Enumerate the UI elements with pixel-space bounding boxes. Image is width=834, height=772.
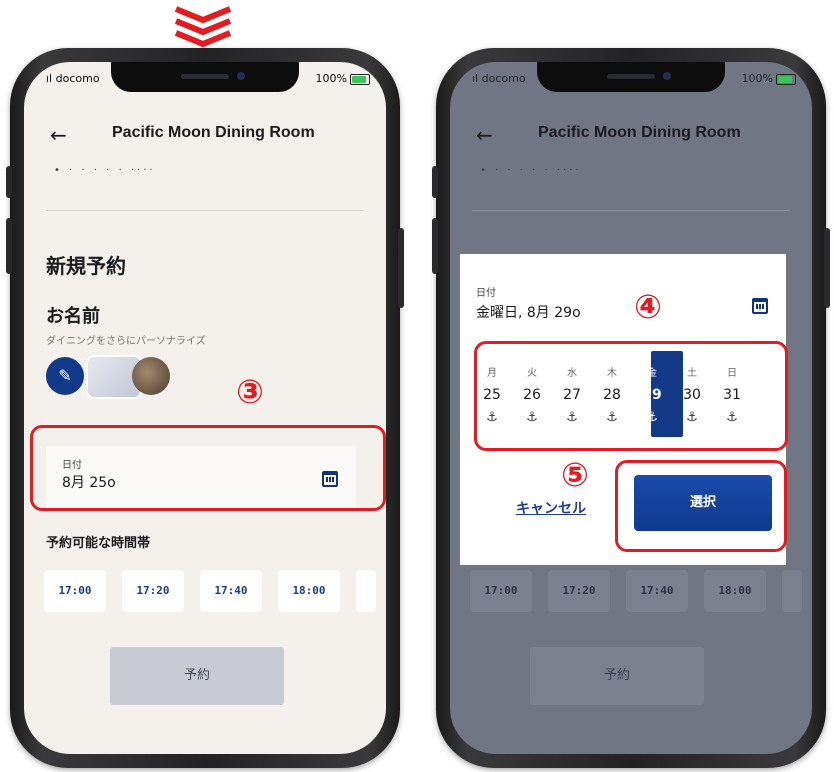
timeslot-button: 17:20 — [548, 570, 610, 612]
timeslot-button-partial[interactable] — [356, 570, 376, 612]
page-title: Pacific Moon Dining Room — [538, 124, 741, 141]
highlight-calendar-week — [474, 341, 788, 451]
name-hint: ダイニングをさらにパーソナライズ — [46, 336, 206, 347]
back-arrow-icon[interactable]: ← — [50, 123, 67, 147]
back-arrow-icon: ← — [476, 123, 493, 147]
divider — [46, 210, 364, 211]
timeslot-button: 17:00 — [470, 570, 532, 612]
step-5-marker: ⑤ — [561, 455, 589, 494]
carrier-label: ıl docomo — [472, 72, 526, 85]
timeslot-button: 18:00 — [704, 570, 766, 612]
step-3-marker: ③ — [236, 372, 264, 411]
divider — [472, 210, 790, 211]
battery-status: 100% — [316, 72, 370, 85]
subtitle-placeholder: • · · · · · ···· — [480, 165, 582, 176]
battery-icon — [776, 73, 796, 85]
avatar-photo[interactable] — [132, 357, 170, 395]
modal-date-value: 金曜日, 8月 29o — [476, 305, 581, 321]
battery-icon — [350, 73, 370, 85]
phone-frame-left: ıl docomo 100% ← Pacific Moon Dining Roo… — [6, 48, 404, 768]
highlight-select-button — [615, 460, 787, 552]
notch — [111, 62, 299, 92]
modal-date-label: 日付 — [476, 288, 496, 299]
pencil-icon: ✎ — [58, 366, 72, 385]
timeslot-button[interactable]: 17:00 — [44, 570, 106, 612]
timeslots-title: 予約可能な時間帯 — [46, 536, 151, 551]
highlight-date-field — [30, 425, 386, 511]
subtitle-placeholder: • · · · · · ···· — [54, 165, 156, 176]
name-label: お名前 — [46, 306, 100, 327]
carrier-label: ıl docomo — [46, 72, 100, 85]
step-4-marker: ④ — [634, 287, 662, 326]
battery-status: 100% — [742, 72, 796, 85]
reserve-button: 予約 — [530, 647, 704, 705]
notch — [537, 62, 725, 92]
timeslot-button-partial — [782, 570, 802, 612]
reserve-button[interactable]: 予約 — [110, 647, 284, 705]
signal-icon: ıl — [46, 72, 56, 85]
timeslot-button[interactable]: 17:20 — [122, 570, 184, 612]
signal-icon: ıl — [472, 72, 482, 85]
screen-left: ıl docomo 100% ← Pacific Moon Dining Roo… — [24, 62, 386, 754]
section-title: 新規予約 — [46, 254, 126, 278]
chevron-down-icon — [174, 6, 232, 48]
timeslot-button[interactable]: 18:00 — [278, 570, 340, 612]
timeslot-button[interactable]: 17:40 — [200, 570, 262, 612]
cancel-button[interactable]: キャンセル — [516, 498, 586, 518]
calendar-icon[interactable] — [752, 298, 768, 314]
edit-avatar-button[interactable]: ✎ — [46, 357, 84, 395]
timeslot-button: 17:40 — [626, 570, 688, 612]
page-title: Pacific Moon Dining Room — [112, 124, 315, 141]
